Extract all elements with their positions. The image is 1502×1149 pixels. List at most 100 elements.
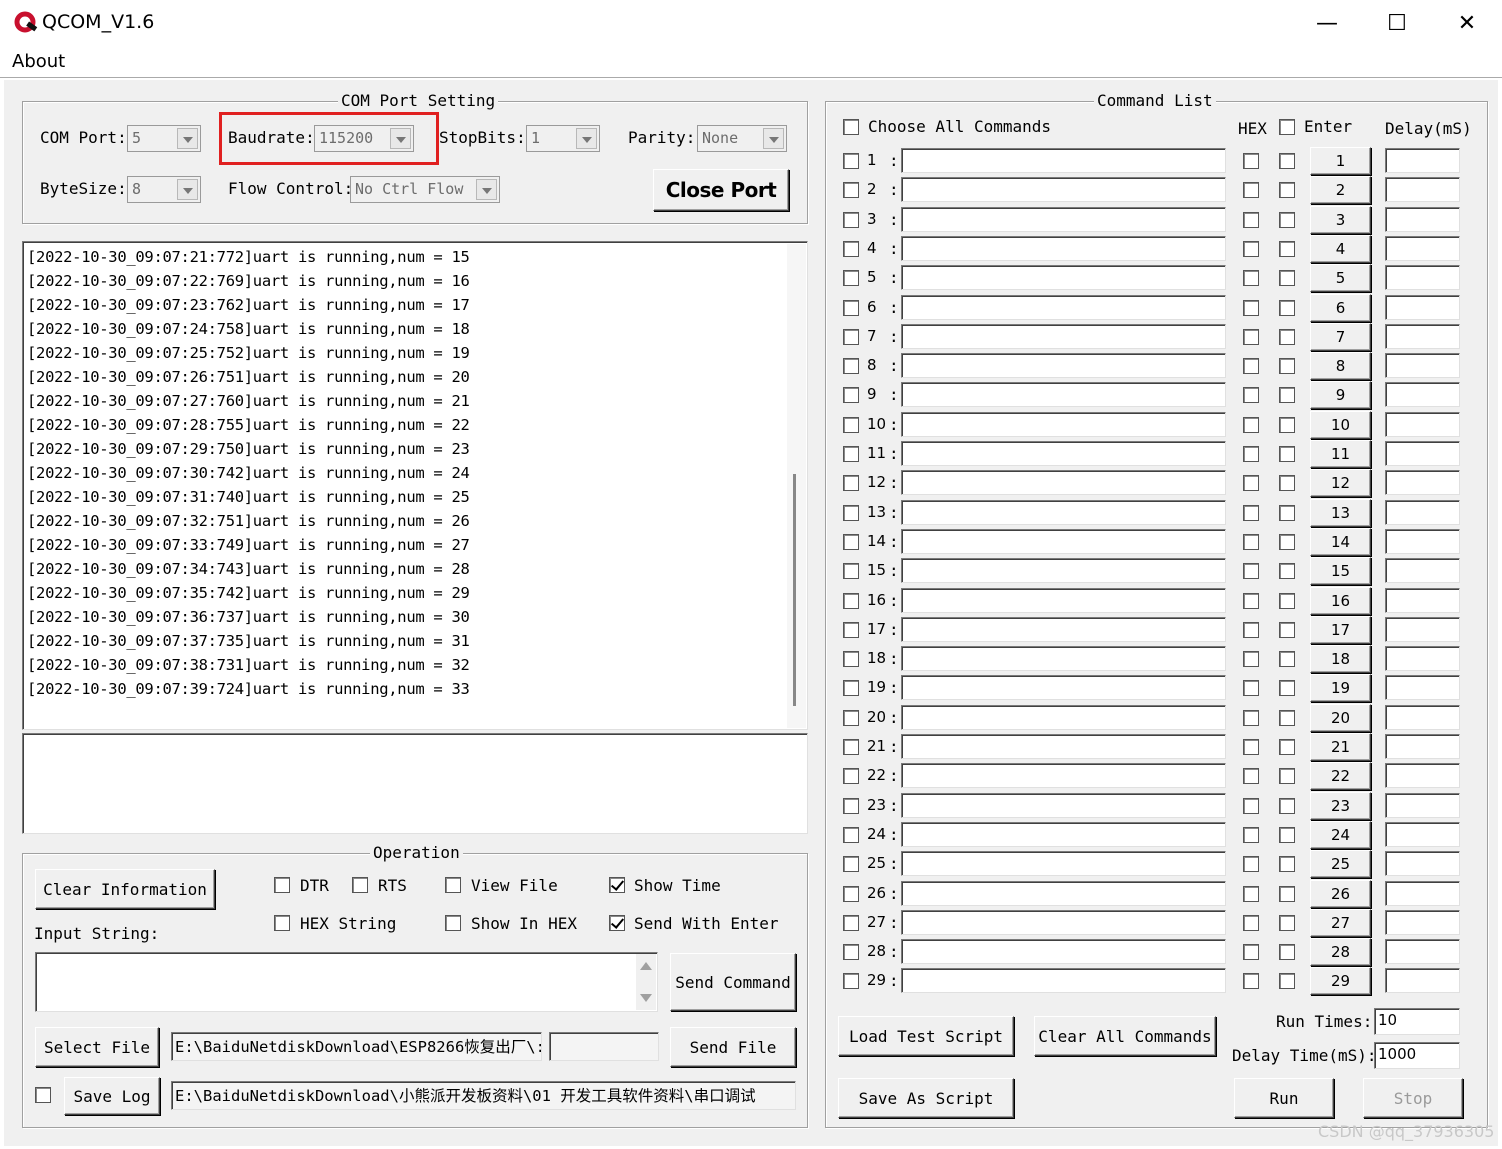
input-string-field[interactable] bbox=[35, 952, 658, 1012]
command-input[interactable] bbox=[901, 529, 1226, 554]
choose-all-checkbox[interactable] bbox=[843, 119, 859, 135]
command-select-checkbox[interactable] bbox=[843, 973, 859, 989]
save-log-checkbox[interactable] bbox=[35, 1087, 51, 1103]
command-enter-checkbox[interactable] bbox=[1279, 329, 1295, 345]
command-input[interactable] bbox=[901, 968, 1226, 993]
command-hex-checkbox[interactable] bbox=[1243, 886, 1259, 902]
flow-control-select[interactable]: No Ctrl Flow bbox=[350, 176, 500, 203]
command-send-button[interactable]: 7 bbox=[1310, 323, 1371, 351]
send-with-enter-checkbox[interactable] bbox=[609, 915, 625, 931]
command-input[interactable] bbox=[901, 353, 1226, 378]
send-command-button[interactable]: Send Command bbox=[670, 953, 796, 1011]
save-as-script-button[interactable]: Save As Script bbox=[838, 1078, 1014, 1118]
command-hex-checkbox[interactable] bbox=[1243, 387, 1259, 403]
minimize-button[interactable]: — bbox=[1292, 0, 1362, 46]
stop-button[interactable]: Stop bbox=[1363, 1078, 1463, 1118]
show-time-checkbox[interactable] bbox=[609, 877, 625, 893]
scroll-up-icon[interactable] bbox=[640, 962, 652, 970]
command-send-button[interactable]: 16 bbox=[1310, 587, 1371, 615]
command-hex-checkbox[interactable] bbox=[1243, 153, 1259, 169]
command-select-checkbox[interactable] bbox=[843, 475, 859, 491]
command-delay-input[interactable] bbox=[1385, 148, 1460, 173]
command-input[interactable] bbox=[901, 939, 1226, 964]
command-select-checkbox[interactable] bbox=[843, 593, 859, 609]
command-enter-checkbox[interactable] bbox=[1279, 680, 1295, 696]
command-hex-checkbox[interactable] bbox=[1243, 300, 1259, 316]
command-enter-checkbox[interactable] bbox=[1279, 241, 1295, 257]
command-enter-checkbox[interactable] bbox=[1279, 417, 1295, 433]
dtr-checkbox[interactable] bbox=[274, 877, 290, 893]
command-select-checkbox[interactable] bbox=[843, 798, 859, 814]
command-hex-checkbox[interactable] bbox=[1243, 241, 1259, 257]
command-hex-checkbox[interactable] bbox=[1243, 505, 1259, 521]
command-send-button[interactable]: 14 bbox=[1310, 528, 1371, 556]
command-hex-checkbox[interactable] bbox=[1243, 622, 1259, 638]
select-file-button[interactable]: Select File bbox=[35, 1027, 159, 1067]
command-enter-checkbox[interactable] bbox=[1279, 856, 1295, 872]
command-delay-input[interactable] bbox=[1385, 441, 1460, 466]
command-send-button[interactable]: 17 bbox=[1310, 616, 1371, 644]
delay-time-field[interactable]: 1000 bbox=[1374, 1042, 1460, 1069]
command-enter-checkbox[interactable] bbox=[1279, 768, 1295, 784]
command-hex-checkbox[interactable] bbox=[1243, 534, 1259, 550]
log-scrollbar-thumb[interactable] bbox=[793, 474, 796, 706]
command-input[interactable] bbox=[901, 793, 1226, 818]
command-select-checkbox[interactable] bbox=[843, 505, 859, 521]
command-send-button[interactable]: 1 bbox=[1310, 147, 1371, 175]
close-window-button[interactable]: ✕ bbox=[1432, 0, 1502, 46]
command-select-checkbox[interactable] bbox=[843, 768, 859, 784]
log-path-field[interactable]: E:\BaiduNetdiskDownload\小熊派开发板资料\01 开发工具… bbox=[171, 1081, 796, 1110]
command-select-checkbox[interactable] bbox=[843, 651, 859, 667]
command-input[interactable] bbox=[901, 705, 1226, 730]
command-delay-input[interactable] bbox=[1385, 968, 1460, 993]
command-select-checkbox[interactable] bbox=[843, 534, 859, 550]
command-select-checkbox[interactable] bbox=[843, 241, 859, 257]
command-delay-input[interactable] bbox=[1385, 265, 1460, 290]
command-select-checkbox[interactable] bbox=[843, 212, 859, 228]
command-send-button[interactable]: 2 bbox=[1310, 176, 1371, 204]
command-input[interactable] bbox=[901, 881, 1226, 906]
command-enter-checkbox[interactable] bbox=[1279, 651, 1295, 667]
clear-all-commands-button[interactable]: Clear All Commands bbox=[1034, 1016, 1216, 1056]
command-send-button[interactable]: 9 bbox=[1310, 381, 1371, 409]
command-enter-checkbox[interactable] bbox=[1279, 593, 1295, 609]
command-enter-checkbox[interactable] bbox=[1279, 182, 1295, 198]
maximize-button[interactable]: ☐ bbox=[1362, 0, 1432, 46]
command-select-checkbox[interactable] bbox=[843, 329, 859, 345]
command-hex-checkbox[interactable] bbox=[1243, 446, 1259, 462]
command-enter-checkbox[interactable] bbox=[1279, 212, 1295, 228]
command-send-button[interactable]: 6 bbox=[1310, 294, 1371, 322]
command-send-button[interactable]: 11 bbox=[1310, 440, 1371, 468]
command-delay-input[interactable] bbox=[1385, 588, 1460, 613]
command-input[interactable] bbox=[901, 265, 1226, 290]
command-enter-checkbox[interactable] bbox=[1279, 475, 1295, 491]
command-send-button[interactable]: 20 bbox=[1310, 704, 1371, 732]
command-input[interactable] bbox=[901, 675, 1226, 700]
command-select-checkbox[interactable] bbox=[843, 387, 859, 403]
command-send-button[interactable]: 13 bbox=[1310, 499, 1371, 527]
command-select-checkbox[interactable] bbox=[843, 710, 859, 726]
command-hex-checkbox[interactable] bbox=[1243, 475, 1259, 491]
command-send-button[interactable]: 5 bbox=[1310, 264, 1371, 292]
command-enter-checkbox[interactable] bbox=[1279, 798, 1295, 814]
command-input[interactable] bbox=[901, 441, 1226, 466]
command-select-checkbox[interactable] bbox=[843, 300, 859, 316]
load-test-script-button[interactable]: Load Test Script bbox=[838, 1016, 1014, 1056]
command-send-button[interactable]: 29 bbox=[1310, 967, 1371, 995]
command-enter-checkbox[interactable] bbox=[1279, 153, 1295, 169]
command-delay-input[interactable] bbox=[1385, 734, 1460, 759]
command-enter-checkbox[interactable] bbox=[1279, 739, 1295, 755]
command-send-button[interactable]: 22 bbox=[1310, 762, 1371, 790]
file-path-field[interactable]: E:\BaiduNetdiskDownload\ESP8266恢复出厂\: bbox=[171, 1032, 542, 1061]
command-delay-input[interactable] bbox=[1385, 529, 1460, 554]
command-hex-checkbox[interactable] bbox=[1243, 182, 1259, 198]
command-enter-checkbox[interactable] bbox=[1279, 534, 1295, 550]
command-enter-checkbox[interactable] bbox=[1279, 446, 1295, 462]
command-send-button[interactable]: 21 bbox=[1310, 733, 1371, 761]
command-delay-input[interactable] bbox=[1385, 705, 1460, 730]
command-hex-checkbox[interactable] bbox=[1243, 270, 1259, 286]
command-delay-input[interactable] bbox=[1385, 793, 1460, 818]
command-delay-input[interactable] bbox=[1385, 207, 1460, 232]
command-hex-checkbox[interactable] bbox=[1243, 856, 1259, 872]
command-hex-checkbox[interactable] bbox=[1243, 563, 1259, 579]
